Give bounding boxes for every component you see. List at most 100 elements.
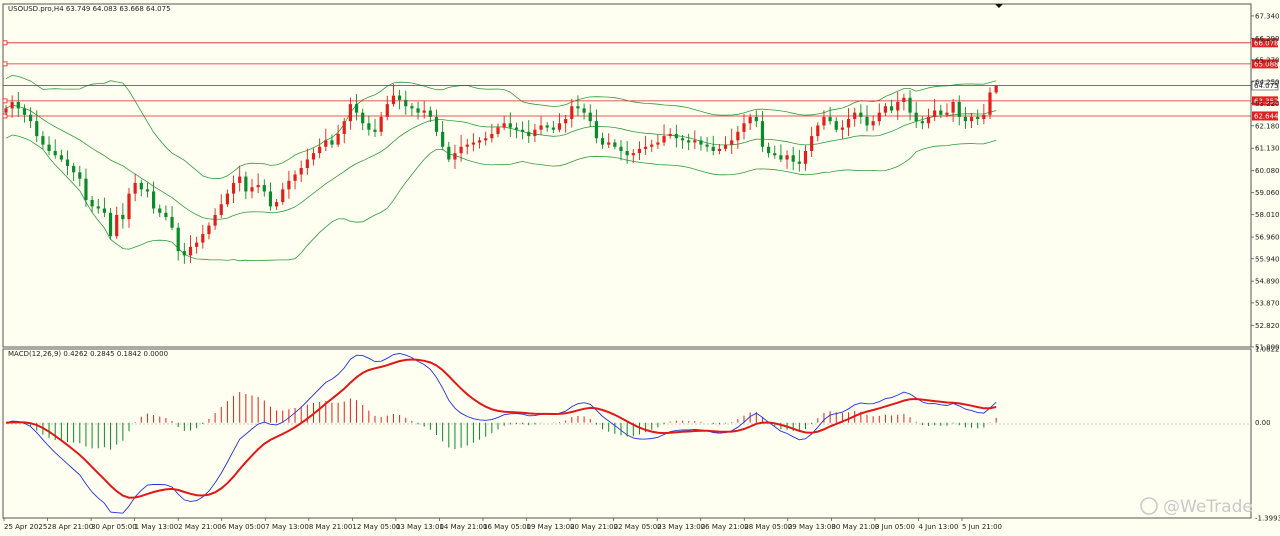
candle-body[interactable]: [982, 114, 986, 120]
candle-body[interactable]: [890, 106, 894, 111]
candle-body[interactable]: [945, 112, 949, 115]
candle-body[interactable]: [883, 106, 888, 113]
candle-body[interactable]: [588, 112, 592, 122]
candle-body[interactable]: [96, 206, 100, 209]
candle-body[interactable]: [404, 99, 408, 107]
candle-body[interactable]: [447, 146, 451, 160]
candle-body[interactable]: [477, 140, 482, 143]
candle-body[interactable]: [822, 116, 826, 126]
candle-body[interactable]: [705, 144, 709, 147]
candle-body[interactable]: [225, 193, 229, 205]
candle-body[interactable]: [846, 119, 851, 128]
candle-body[interactable]: [201, 234, 205, 243]
candle-body[interactable]: [871, 121, 875, 126]
candle-body[interactable]: [773, 153, 777, 156]
candle-body[interactable]: [896, 102, 900, 111]
candle-body[interactable]: [859, 112, 863, 117]
candle-body[interactable]: [957, 102, 961, 117]
candle-body[interactable]: [662, 136, 666, 143]
candle-body[interactable]: [748, 116, 752, 124]
candle-body[interactable]: [730, 140, 734, 145]
candle-body[interactable]: [275, 202, 279, 207]
candle-body[interactable]: [299, 168, 303, 175]
candle-body[interactable]: [594, 121, 598, 139]
candle-body[interactable]: [133, 182, 137, 194]
level-handle[interactable]: [2, 98, 8, 104]
candle-body[interactable]: [736, 131, 740, 141]
candle-body[interactable]: [231, 182, 236, 194]
candle-body[interactable]: [933, 110, 937, 117]
candle-body[interactable]: [330, 140, 334, 145]
candle-body[interactable]: [951, 102, 955, 113]
candle-body[interactable]: [650, 144, 654, 147]
candle-body[interactable]: [600, 138, 605, 145]
candle-body[interactable]: [791, 155, 795, 162]
candle-body[interactable]: [976, 116, 980, 120]
candle-body[interactable]: [877, 112, 881, 122]
candle-body[interactable]: [219, 204, 223, 215]
candle-body[interactable]: [625, 151, 629, 156]
candle-body[interactable]: [687, 140, 691, 143]
candle-body[interactable]: [699, 140, 703, 145]
candle-body[interactable]: [988, 92, 992, 115]
candle-body[interactable]: [613, 142, 617, 147]
candle-body[interactable]: [754, 116, 758, 122]
candle-body[interactable]: [533, 129, 537, 137]
candle-body[interactable]: [963, 116, 967, 122]
candle-body[interactable]: [47, 144, 51, 151]
candle-body[interactable]: [853, 112, 857, 120]
candle-body[interactable]: [631, 153, 635, 156]
candle-body[interactable]: [108, 212, 113, 237]
candle-body[interactable]: [115, 214, 119, 237]
candle-body[interactable]: [840, 127, 844, 130]
candle-body[interactable]: [459, 146, 463, 154]
candle-body[interactable]: [268, 191, 273, 207]
candle-body[interactable]: [90, 200, 94, 207]
candle-body[interactable]: [969, 116, 974, 122]
candle-body[interactable]: [576, 106, 580, 109]
candle-body[interactable]: [545, 125, 549, 128]
candle-body[interactable]: [102, 208, 106, 213]
candle-body[interactable]: [920, 121, 924, 124]
candle-body[interactable]: [785, 155, 789, 160]
candle-body[interactable]: [816, 125, 820, 137]
price-panel[interactable]: [2, 3, 1252, 348]
candle-body[interactable]: [379, 116, 383, 132]
candle-body[interactable]: [22, 108, 27, 115]
candle-body[interactable]: [238, 176, 242, 183]
candle-body[interactable]: [680, 138, 685, 141]
candle-body[interactable]: [656, 142, 660, 145]
candle-body[interactable]: [188, 246, 193, 256]
candle-body[interactable]: [324, 140, 328, 147]
candle-body[interactable]: [637, 148, 642, 154]
candle-body[interactable]: [514, 127, 519, 130]
candle-body[interactable]: [723, 144, 728, 149]
candle-body[interactable]: [244, 176, 248, 192]
candle-body[interactable]: [84, 178, 88, 200]
candle-body[interactable]: [398, 95, 402, 100]
candle-body[interactable]: [434, 116, 439, 132]
candle-body[interactable]: [139, 182, 143, 190]
candle-body[interactable]: [914, 112, 918, 122]
candle-body[interactable]: [564, 119, 568, 124]
candle-body[interactable]: [416, 108, 420, 113]
candle-body[interactable]: [293, 174, 297, 181]
candle-body[interactable]: [158, 208, 162, 213]
candle-body[interactable]: [410, 106, 414, 109]
candle-body[interactable]: [195, 242, 199, 247]
candle-body[interactable]: [336, 133, 340, 145]
candle-body[interactable]: [78, 172, 82, 179]
candle-body[interactable]: [127, 193, 131, 220]
candle-body[interactable]: [711, 146, 715, 151]
candle-body[interactable]: [256, 185, 260, 188]
level-handle[interactable]: [2, 61, 8, 67]
candle-body[interactable]: [348, 104, 352, 122]
candle-body[interactable]: [693, 140, 697, 143]
candle-body[interactable]: [496, 127, 500, 134]
candle-body[interactable]: [4, 108, 8, 113]
candle-body[interactable]: [453, 153, 457, 160]
candle-body[interactable]: [207, 225, 211, 235]
candle-body[interactable]: [35, 121, 39, 137]
candle-body[interactable]: [502, 123, 506, 128]
candle-body[interactable]: [373, 129, 377, 132]
